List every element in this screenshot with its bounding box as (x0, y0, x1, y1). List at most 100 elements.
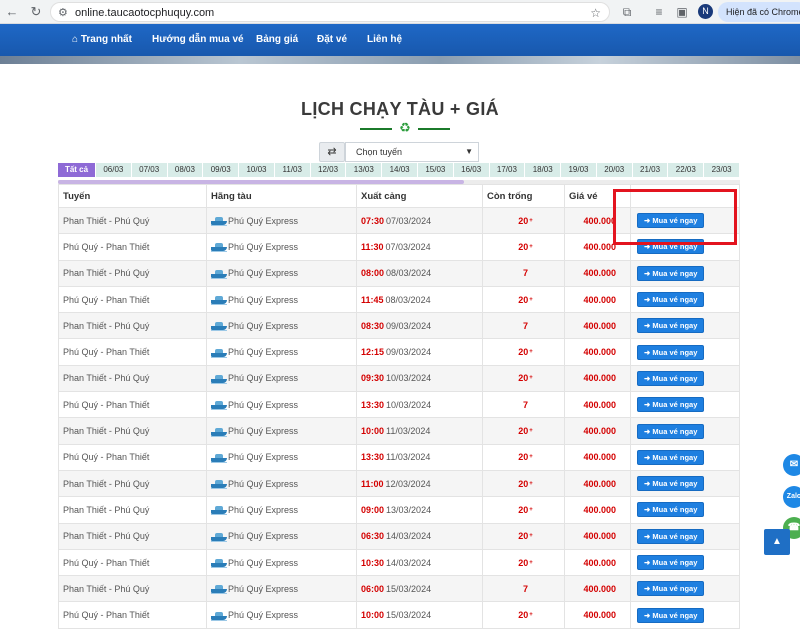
departure-date: 15/03/2024 (386, 610, 432, 621)
table-row: Phan Thiết - Phú Quý Phú Quý Express 06:00… (58, 576, 740, 603)
swap-route-button[interactable]: ⇄ (319, 142, 345, 162)
date-tab[interactable]: 11/03 (275, 163, 311, 177)
table-row: Phú Quý - Phan Thiết Phú Quý Express 13:30… (58, 392, 740, 419)
route-cell: Phú Quý - Phan Thiết (59, 392, 207, 418)
date-tab[interactable]: 20/03 (597, 163, 633, 177)
profile-avatar[interactable]: N (698, 4, 713, 19)
seats-value: 20 (518, 241, 529, 252)
price-cell: 400.000 (565, 392, 631, 418)
buy-ticket-label: Mua vé ngay (652, 347, 698, 357)
price-cell: 400.000 (565, 523, 631, 549)
buy-ticket-button[interactable]: ➜ Mua vé ngay (637, 370, 705, 386)
recycle-icon: ♻ (399, 120, 411, 135)
date-tab[interactable]: 12/03 (311, 163, 347, 177)
departure-time: 06:30 (361, 531, 385, 542)
date-tab-all[interactable]: Tất cả (58, 163, 96, 177)
seats-cell: 20 + (483, 470, 565, 497)
departure-time: 07:30 (361, 215, 385, 226)
chevron-up-icon: ▲ (772, 536, 782, 547)
date-tab[interactable]: 09/03 (203, 163, 240, 177)
buy-ticket-button[interactable]: ➜ Mua vé ngay (637, 292, 705, 308)
url-text: online.taucaotocphuquy.com (75, 7, 215, 19)
date-tab[interactable]: 16/03 (454, 163, 490, 177)
price-cell: 400.000 (565, 418, 631, 444)
date-tab[interactable]: 13/03 (346, 163, 383, 177)
buy-ticket-label: Mua vé ngay (652, 268, 698, 278)
seats-cell: 20 + (483, 234, 565, 260)
date-tab[interactable]: 07/03 (132, 163, 168, 177)
company-name: Phú Quý Express (228, 610, 299, 621)
departure-time: 08:30 (361, 320, 385, 331)
buy-ticket-button[interactable]: ➜ Mua vé ngay (637, 397, 705, 413)
reading-list-icon[interactable]: ≡ (650, 3, 668, 21)
site-info-icon[interactable]: ⚙ (58, 3, 68, 23)
date-tab[interactable]: 14/03 (382, 163, 418, 177)
reload-icon[interactable]: ↻ (26, 2, 46, 22)
company-cell: Phú Quý Express (207, 286, 357, 313)
nav-pricing[interactable]: Bảng giá (256, 24, 298, 56)
table-row: Phan Thiết - Phú Quý Phú Quý Express 06:30… (58, 523, 740, 550)
seats-value: 20 (518, 347, 529, 358)
action-cell: ➜ Mua vé ngay (631, 366, 741, 391)
seats-cell: 20 + (483, 418, 565, 444)
date-tab[interactable]: 23/03 (704, 163, 740, 177)
scroll-to-top-button[interactable]: ▲ (764, 529, 790, 555)
buy-ticket-button[interactable]: ➜ Mua vé ngay (637, 476, 705, 492)
chrome-update-pill[interactable]: Hiện đã có Chrome mới (718, 2, 800, 22)
company-cell: Phú Quý Express (207, 497, 357, 523)
nav-guide[interactable]: Hướng dẫn mua vé (152, 24, 244, 56)
side-panel-icon[interactable]: ▣ (673, 3, 691, 21)
bookmark-star-icon[interactable]: ☆ (590, 3, 601, 23)
date-tab[interactable]: 19/03 (561, 163, 597, 177)
company-name: Phú Quý Express (228, 583, 299, 594)
buy-ticket-button[interactable]: ➜ Mua vé ngay (637, 502, 705, 518)
company-cell: Phú Quý Express (207, 602, 357, 628)
nav-booking[interactable]: Đặt vé (317, 24, 347, 56)
address-bar[interactable]: ⚙ online.taucaotocphuquy.com ☆ (50, 2, 610, 22)
date-tab[interactable]: 17/03 (490, 163, 526, 177)
date-tab[interactable]: 21/03 (633, 163, 669, 177)
date-tab[interactable]: 15/03 (418, 163, 454, 177)
buy-ticket-button[interactable]: ➜ Mua vé ngay (637, 423, 705, 439)
company-cell: Phú Quý Express (207, 260, 357, 286)
seats-value: 20 (518, 531, 529, 542)
buy-ticket-label: Mua vé ngay (652, 558, 698, 567)
date-tab[interactable]: 08/03 (168, 163, 204, 177)
buy-ticket-button[interactable]: ➜ Mua vé ngay (637, 265, 705, 281)
route-cell: Phan Thiết - Phú Quý (59, 260, 207, 286)
buy-ticket-button[interactable]: ➜ Mua vé ngay (637, 555, 705, 570)
date-tab[interactable]: 06/03 (96, 163, 132, 177)
departure-cell: 12:15 09/03/2024 (357, 339, 483, 365)
action-cell: ➜ Mua vé ngay (631, 471, 741, 496)
zalo-button[interactable]: Zalo (783, 486, 800, 508)
departure-cell: 11:00 12/03/2024 (357, 470, 483, 497)
seats-plus: + (529, 296, 533, 303)
buy-ticket-button[interactable]: ➜ Mua vé ngay (637, 528, 705, 544)
messenger-icon[interactable]: ✉ (783, 454, 800, 476)
date-tab[interactable]: 22/03 (668, 163, 705, 177)
route-cell: Phú Quý - Phan Thiết (59, 286, 207, 313)
nav-home[interactable]: ⌂ Trang nhất (72, 24, 132, 56)
seats-value: 20 (518, 426, 529, 437)
date-tab[interactable]: 18/03 (525, 163, 562, 177)
departure-time: 06:00 (361, 583, 385, 594)
ship-logo-icon (211, 610, 227, 621)
buy-ticket-button[interactable]: ➜ Mua vé ngay (637, 581, 705, 597)
back-icon[interactable]: ← (2, 2, 22, 22)
extensions-icon[interactable]: ⧉ (618, 3, 636, 21)
buy-ticket-button[interactable]: ➜ Mua vé ngay (637, 318, 705, 334)
seats-value: 20 (518, 294, 529, 305)
price-cell: 400.000 (565, 576, 631, 602)
departure-cell: 13:30 11/03/2024 (357, 444, 483, 470)
header-route: Tuyến (59, 185, 207, 207)
route-select[interactable]: Chọn tuyến ▼ (345, 142, 479, 162)
seats-plus: + (529, 480, 533, 487)
buy-ticket-button[interactable]: ➜ Mua vé ngay (637, 344, 705, 360)
buy-ticket-button[interactable]: ➜ Mua vé ngay (637, 449, 705, 465)
route-cell: Phan Thiết - Phú Quý (59, 208, 207, 234)
date-tab[interactable]: 10/03 (239, 163, 275, 177)
buy-ticket-button[interactable]: ➜ Mua vé ngay (637, 607, 705, 623)
company-cell: Phú Quý Express (207, 576, 357, 602)
nav-contact[interactable]: Liên hệ (367, 24, 402, 56)
site-navbar: ⌂ Trang nhất Hướng dẫn mua vé Bảng giá Đ… (0, 24, 800, 56)
